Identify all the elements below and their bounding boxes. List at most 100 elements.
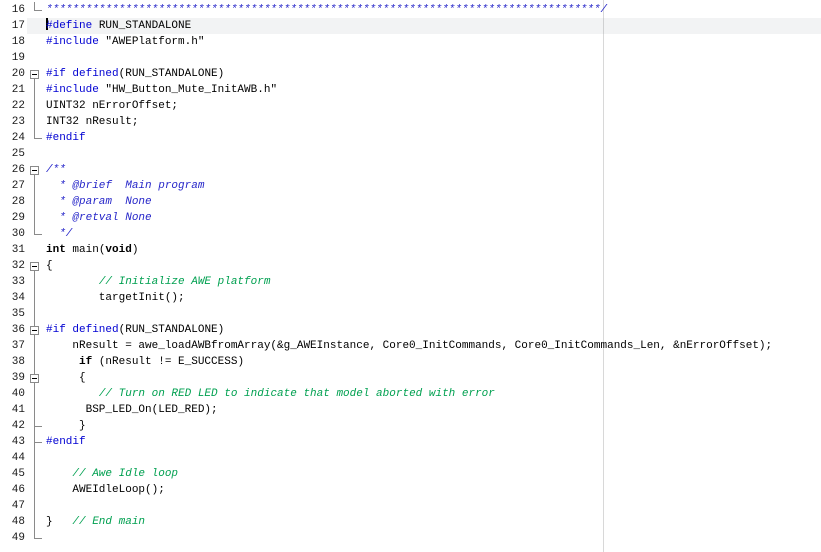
code-line[interactable]: 33 // Initialize AWE platform — [0, 274, 821, 290]
code-text[interactable] — [46, 146, 821, 162]
code-line[interactable]: 48} // End main — [0, 514, 821, 530]
line-number[interactable]: 25 — [0, 146, 27, 162]
line-number[interactable]: 23 — [0, 114, 27, 130]
code-text[interactable]: { — [46, 370, 821, 386]
line-number[interactable]: 36 — [0, 322, 27, 338]
line-number[interactable]: 42 — [0, 418, 27, 434]
code-text[interactable]: * @brief Main program — [46, 178, 821, 194]
line-number[interactable]: 41 — [0, 402, 27, 418]
line-number[interactable]: 49 — [0, 530, 27, 546]
code-text[interactable]: } — [46, 418, 821, 434]
code-line[interactable]: 16 **************************************… — [0, 2, 821, 18]
code-line[interactable]: 38 if (nResult != E_SUCCESS) — [0, 354, 821, 370]
code-text[interactable]: */ — [46, 226, 821, 242]
code-text[interactable] — [46, 450, 821, 466]
line-number[interactable]: 47 — [0, 498, 27, 514]
line-number[interactable]: 44 — [0, 450, 27, 466]
code-text[interactable]: * @retval None — [46, 210, 821, 226]
line-number[interactable]: 32 — [0, 258, 27, 274]
code-text[interactable] — [46, 498, 821, 514]
line-number[interactable]: 28 — [0, 194, 27, 210]
code-line[interactable]: 24 #endif — [0, 130, 821, 146]
line-number[interactable]: 39 — [0, 370, 27, 386]
code-text[interactable]: * @param None — [46, 194, 821, 210]
line-number[interactable]: 29 — [0, 210, 27, 226]
line-number[interactable]: 30 — [0, 226, 27, 242]
code-text[interactable] — [46, 306, 821, 322]
code-line[interactable]: 42 } — [0, 418, 821, 434]
code-text[interactable]: targetInit(); — [46, 290, 821, 306]
code-line[interactable]: 35 — [0, 306, 821, 322]
line-number[interactable]: 37 — [0, 338, 27, 354]
code-line[interactable]: 47 — [0, 498, 821, 514]
code-line[interactable]: 46 AWEIdleLoop(); — [0, 482, 821, 498]
line-number[interactable]: 46 — [0, 482, 27, 498]
code-line[interactable]: 31 int main(void) — [0, 242, 821, 258]
fold-collapse-icon[interactable] — [27, 258, 46, 274]
code-line[interactable]: 44 — [0, 450, 821, 466]
code-text[interactable]: } // End main — [46, 514, 821, 530]
code-text[interactable]: AWEIdleLoop(); — [46, 482, 821, 498]
line-number[interactable]: 33 — [0, 274, 27, 290]
line-number[interactable]: 38 — [0, 354, 27, 370]
code-text[interactable]: #endif — [46, 434, 821, 450]
line-number[interactable]: 40 — [0, 386, 27, 402]
line-number[interactable]: 26 — [0, 162, 27, 178]
code-line[interactable]: 36 #if defined(RUN_STANDALONE) — [0, 322, 821, 338]
code-line[interactable]: 18 #include "AWEPlatform.h" — [0, 34, 821, 50]
code-line[interactable]: 23INT32 nResult; — [0, 114, 821, 130]
code-text[interactable]: #include "AWEPlatform.h" — [46, 34, 821, 50]
code-line[interactable]: 37 nResult = awe_loadAWBfromArray(&g_AWE… — [0, 338, 821, 354]
code-text[interactable]: #endif — [46, 130, 821, 146]
line-number[interactable]: 35 — [0, 306, 27, 322]
code-text[interactable]: #define RUN_STANDALONE — [46, 18, 821, 34]
code-text[interactable]: int main(void) — [46, 242, 821, 258]
code-line[interactable]: 21#include "HW_Button_Mute_InitAWB.h" — [0, 82, 821, 98]
line-number[interactable]: 19 — [0, 50, 27, 66]
line-number[interactable]: 16 — [0, 2, 27, 18]
code-line[interactable]: 49 — [0, 530, 821, 546]
fold-collapse-icon[interactable] — [27, 370, 46, 386]
line-number[interactable]: 34 — [0, 290, 27, 306]
line-number[interactable]: 24 — [0, 130, 27, 146]
code-line[interactable]: 25 — [0, 146, 821, 162]
code-line[interactable]: 27 * @brief Main program — [0, 178, 821, 194]
code-line[interactable]: 26 /** — [0, 162, 821, 178]
code-line[interactable]: 34 targetInit(); — [0, 290, 821, 306]
code-text[interactable]: ****************************************… — [46, 2, 821, 18]
line-number[interactable]: 18 — [0, 34, 27, 50]
code-text[interactable]: // Turn on RED LED to indicate that mode… — [46, 386, 821, 402]
code-area[interactable]: 16 **************************************… — [0, 0, 821, 546]
code-text[interactable] — [46, 530, 821, 546]
code-text[interactable]: #if defined(RUN_STANDALONE) — [46, 322, 821, 338]
line-number[interactable]: 31 — [0, 242, 27, 258]
code-line[interactable]: 17 #define RUN_STANDALONE — [0, 18, 821, 34]
code-line[interactable]: 45 // Awe Idle loop — [0, 466, 821, 482]
code-line[interactable]: 30 */ — [0, 226, 821, 242]
code-line[interactable]: 43 #endif — [0, 434, 821, 450]
code-line[interactable]: 28 * @param None — [0, 194, 821, 210]
code-line[interactable]: 20#if defined(RUN_STANDALONE) — [0, 66, 821, 82]
line-number[interactable]: 43 — [0, 434, 27, 450]
line-number[interactable]: 27 — [0, 178, 27, 194]
code-text[interactable]: { — [46, 258, 821, 274]
line-number[interactable]: 17 — [0, 18, 27, 34]
fold-collapse-icon[interactable] — [27, 162, 46, 178]
line-number[interactable]: 22 — [0, 98, 27, 114]
code-text[interactable] — [46, 50, 821, 66]
code-text[interactable]: #if defined(RUN_STANDALONE) — [46, 66, 821, 82]
code-text[interactable]: /** — [46, 162, 821, 178]
code-text[interactable]: #include "HW_Button_Mute_InitAWB.h" — [46, 82, 821, 98]
code-line[interactable]: 39 { — [0, 370, 821, 386]
code-text[interactable]: // Awe Idle loop — [46, 466, 821, 482]
code-text[interactable]: // Initialize AWE platform — [46, 274, 821, 290]
code-line[interactable]: 41 BSP_LED_On(LED_RED); — [0, 402, 821, 418]
code-text[interactable]: nResult = awe_loadAWBfromArray(&g_AWEIns… — [46, 338, 821, 354]
line-number[interactable]: 45 — [0, 466, 27, 482]
fold-collapse-icon[interactable] — [27, 322, 46, 338]
code-text[interactable]: UINT32 nErrorOffset; — [46, 98, 821, 114]
code-line[interactable]: 29 * @retval None — [0, 210, 821, 226]
code-line[interactable]: 19 — [0, 50, 821, 66]
code-line[interactable]: 22 UINT32 nErrorOffset; — [0, 98, 821, 114]
code-line[interactable]: 40 // Turn on RED LED to indicate that m… — [0, 386, 821, 402]
